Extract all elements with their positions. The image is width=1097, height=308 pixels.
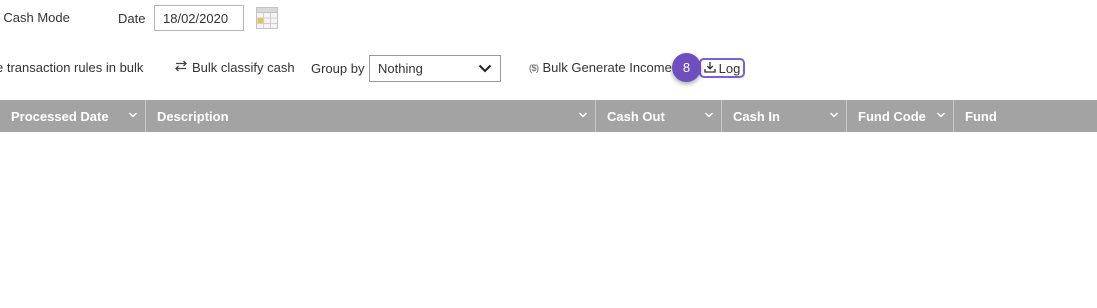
column-label: Description: [157, 108, 229, 124]
log-button[interactable]: Log: [699, 58, 745, 78]
chevron-down-icon[interactable]: [704, 110, 714, 120]
column-label: Fund: [965, 108, 997, 124]
column-fund[interactable]: Fund: [954, 100, 1097, 132]
bulk-classify-button[interactable]: Bulk classify cash: [174, 60, 295, 75]
bulk-classify-label: Bulk classify cash: [192, 60, 295, 75]
step-badge: 8: [672, 53, 701, 82]
chevron-down-icon[interactable]: [578, 110, 588, 120]
group-by-label: Group by: [311, 61, 365, 76]
chevron-down-icon[interactable]: [128, 110, 138, 120]
cash-mode-label: ll Cash Mode: [0, 10, 70, 25]
swap-arrows-icon: [174, 60, 188, 75]
column-label: Cash Out: [607, 108, 665, 124]
date-label: Date: [118, 11, 146, 26]
group-by-value: Nothing: [378, 61, 423, 76]
download-icon: [703, 61, 716, 76]
column-fund-code[interactable]: Fund Code: [847, 100, 954, 132]
log-label: Log: [718, 60, 741, 76]
calendar-icon[interactable]: [256, 7, 278, 29]
bulk-generate-income-label: Bulk Generate Income: [542, 60, 672, 75]
chevron-down-icon: [478, 61, 492, 76]
chevron-down-icon[interactable]: [829, 110, 839, 120]
column-label: Processed Date: [11, 108, 109, 124]
bulk-generate-income-button[interactable]: ($) Bulk Generate Income: [529, 60, 672, 75]
date-input[interactable]: 18/02/2020: [154, 5, 244, 31]
group-by-select[interactable]: Nothing: [369, 55, 501, 82]
column-label: Cash In: [733, 108, 780, 124]
column-cash-out[interactable]: Cash Out: [596, 100, 722, 132]
chevron-down-icon[interactable]: [936, 110, 946, 120]
bulk-rules-link[interactable]: e transaction rules in bulk: [0, 60, 143, 75]
column-cash-in[interactable]: Cash In: [722, 100, 847, 132]
column-processed-date[interactable]: Processed Date: [0, 100, 146, 132]
money-icon: ($): [529, 62, 539, 73]
date-value: 18/02/2020: [163, 10, 229, 26]
grid-header: Processed Date Description Cash Out Cash…: [0, 100, 1097, 132]
column-description[interactable]: Description: [146, 100, 596, 132]
column-label: Fund Code: [858, 108, 926, 124]
